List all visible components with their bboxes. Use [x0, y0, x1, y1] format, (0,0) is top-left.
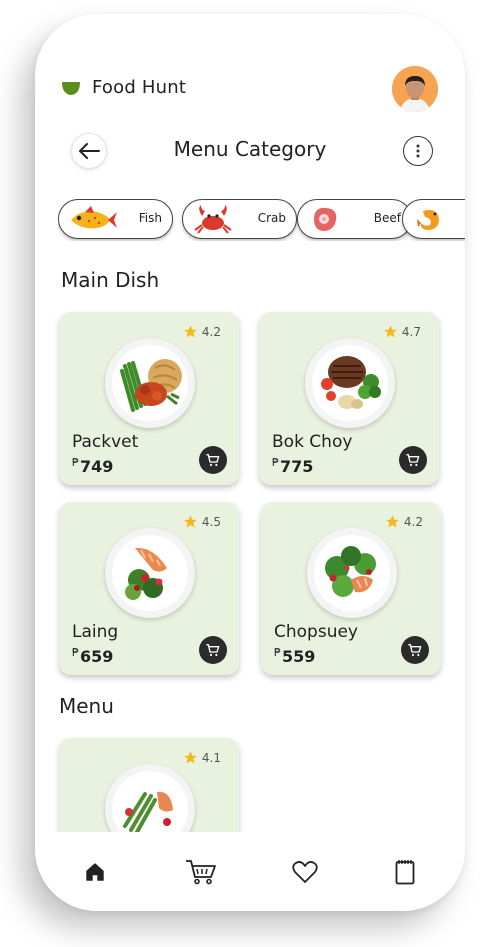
category-chip-beef[interactable]: Beef	[297, 199, 412, 239]
phone-frame: Food Hunt Menu Category Fish Crab Beef M…	[35, 14, 465, 911]
food-illustration	[312, 345, 388, 421]
crab-icon	[194, 205, 232, 234]
rating-value: 4.7	[401, 324, 421, 339]
dish-card[interactable]: 4.2 Packvet ₱ 749	[59, 312, 239, 485]
rating: 4.2	[183, 324, 221, 339]
dish-name: Packvet	[72, 432, 139, 452]
add-to-cart-button[interactable]	[199, 636, 227, 664]
currency-symbol: ₱	[272, 456, 279, 469]
star-icon	[184, 515, 197, 528]
currency-symbol: ₱	[274, 646, 281, 659]
category-chip-fish[interactable]: Fish	[58, 199, 173, 239]
nav-cart[interactable]	[184, 858, 218, 886]
add-to-cart-button[interactable]	[199, 446, 227, 474]
dish-image	[307, 528, 397, 618]
star-icon	[384, 325, 397, 338]
dish-image	[105, 338, 195, 428]
cart-icon	[186, 860, 216, 885]
star-icon	[184, 751, 197, 764]
star-icon	[184, 325, 197, 338]
dish-image	[105, 528, 195, 618]
add-to-cart-button[interactable]	[399, 446, 427, 474]
cart-icon	[206, 454, 220, 467]
main-dish-heading: Main Dish	[61, 268, 160, 292]
shrimp-icon	[417, 210, 439, 230]
price: ₱ 659	[72, 646, 114, 666]
dish-name: Laing	[72, 622, 119, 642]
dish-card[interactable]: 4.5 Laing ₱ 659	[59, 502, 239, 675]
price-value: 749	[80, 457, 114, 476]
food-illustration	[112, 535, 188, 611]
home-icon	[86, 863, 104, 881]
bottom-nav	[35, 832, 465, 911]
dish-name: Bok Choy	[272, 432, 353, 452]
rating-value: 4.2	[201, 324, 221, 339]
food-illustration	[314, 535, 390, 611]
cart-icon	[408, 644, 422, 657]
rating: 4.5	[183, 514, 221, 529]
rating: 4.7	[383, 324, 421, 339]
category-label: Beef	[373, 211, 401, 225]
dish-card[interactable]: 4.2 Chopsuey ₱ 559	[261, 502, 441, 675]
price: ₱ 559	[274, 646, 316, 666]
food-bowl-icon	[62, 81, 80, 95]
more-options-button[interactable]	[403, 136, 433, 166]
dish-card[interactable]: 4.7 Bok Choy ₱ 775	[259, 312, 439, 485]
cart-icon	[406, 454, 420, 467]
price: ₱ 775	[272, 456, 314, 476]
page-title: Menu Category	[173, 137, 327, 161]
price: ₱ 749	[72, 456, 114, 476]
food-illustration	[112, 345, 188, 421]
star-icon	[386, 515, 399, 528]
category-label: Fish	[138, 211, 162, 225]
price-value: 559	[282, 647, 316, 666]
currency-symbol: ₱	[72, 456, 79, 469]
category-label: Crab	[257, 211, 286, 225]
price-value: 775	[280, 457, 314, 476]
rating: 4.1	[183, 750, 221, 765]
category-chip-crab[interactable]: Crab	[182, 199, 297, 239]
category-chip-shrimp[interactable]: S	[402, 199, 465, 239]
rating-value: 4.2	[403, 514, 423, 529]
dish-name: Chopsuey	[274, 622, 358, 642]
menu-heading: Menu	[59, 694, 114, 718]
app-name: Food Hunt	[92, 77, 187, 98]
add-to-cart-button[interactable]	[401, 636, 429, 664]
user-photo	[392, 66, 438, 112]
cart-icon	[206, 644, 220, 657]
category-chips: Fish Crab Beef	[58, 199, 465, 241]
rating: 4.2	[385, 514, 423, 529]
brand: Food Hunt	[61, 77, 186, 98]
rating-value: 4.1	[201, 750, 221, 765]
currency-symbol: ₱	[72, 646, 79, 659]
fish-icon	[71, 206, 117, 229]
heart-icon	[292, 861, 318, 883]
nav-notes[interactable]	[391, 858, 419, 886]
price-value: 659	[80, 647, 114, 666]
dish-image	[305, 338, 395, 428]
nav-favorites[interactable]	[291, 858, 319, 886]
notepad-icon	[395, 860, 415, 885]
avatar[interactable]	[392, 66, 438, 112]
rating-value: 4.5	[201, 514, 221, 529]
beef-icon	[314, 207, 337, 231]
nav-home[interactable]	[81, 858, 109, 886]
more-vertical-icon	[416, 144, 420, 158]
